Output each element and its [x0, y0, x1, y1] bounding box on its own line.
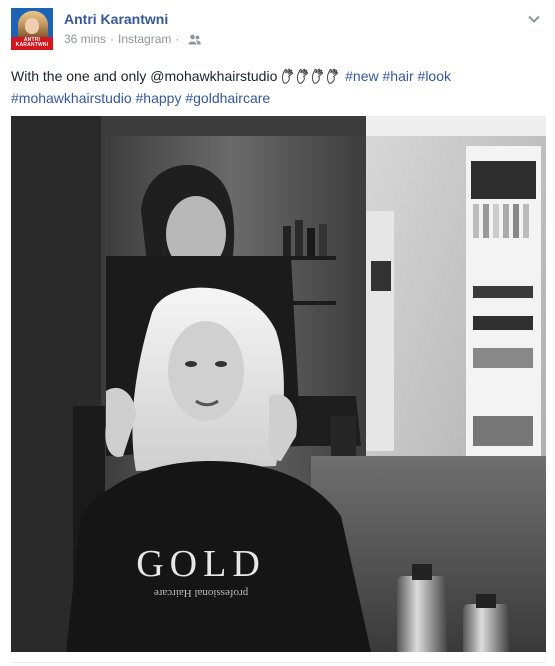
- post-divider: [11, 662, 546, 663]
- author-avatar[interactable]: ANTRI KARANTWNI: [11, 8, 53, 50]
- clapping-hands-icon: [326, 68, 339, 84]
- caption-text: With the one and only @mohawkhairstudio: [11, 68, 278, 84]
- photo-spray-can: [463, 604, 509, 652]
- post-caption: With the one and only @mohawkhairstudio …: [11, 65, 546, 109]
- clapping-hands-icon: [296, 68, 309, 84]
- photo-shelf-item: [371, 261, 391, 291]
- hashtag-link[interactable]: #hair: [383, 68, 414, 84]
- post-photo[interactable]: GOLD professional Haircare: [11, 116, 546, 652]
- avatar-text: ANTRI KARANTWNI: [15, 37, 49, 48]
- photo-ceiling: [366, 116, 546, 136]
- post-source[interactable]: Instagram: [118, 32, 171, 46]
- post-meta: 36 mins · Instagram ·: [64, 32, 202, 46]
- meta-separator: ·: [175, 32, 180, 46]
- photo-woman-eye: [185, 361, 197, 367]
- hashtag-link[interactable]: #mohawkhairstudio: [11, 90, 132, 106]
- photo-cape-subtext: professional Haircare: [154, 587, 248, 599]
- author-name[interactable]: Antri Karantwni: [64, 11, 168, 27]
- hashtag-link[interactable]: #goldhaircare: [185, 90, 270, 106]
- photo-spray-cap: [412, 564, 432, 580]
- photo-side-shelf: [366, 211, 394, 451]
- clapping-hands-icon: [281, 68, 294, 84]
- hashtag-link[interactable]: #look: [418, 68, 451, 84]
- post-time[interactable]: 36 mins: [64, 32, 106, 46]
- avatar-face: [25, 18, 39, 34]
- photo-cape-logo: GOLD: [136, 543, 266, 585]
- clapping-hands-icon: [311, 68, 324, 84]
- photo-tv-screen: [471, 161, 536, 199]
- chevron-down-icon[interactable]: [527, 12, 541, 26]
- photo-woman-eye: [215, 361, 227, 367]
- meta-separator: ·: [110, 32, 115, 46]
- photo-spray-can: [397, 576, 447, 652]
- photo-spray-cap: [476, 594, 496, 608]
- hashtag-link[interactable]: #happy: [136, 90, 182, 106]
- friends-icon[interactable]: [188, 34, 202, 45]
- facebook-post: ANTRI KARANTWNI Antri Karantwni 36 mins …: [0, 0, 555, 666]
- hashtag-link[interactable]: #new: [345, 68, 378, 84]
